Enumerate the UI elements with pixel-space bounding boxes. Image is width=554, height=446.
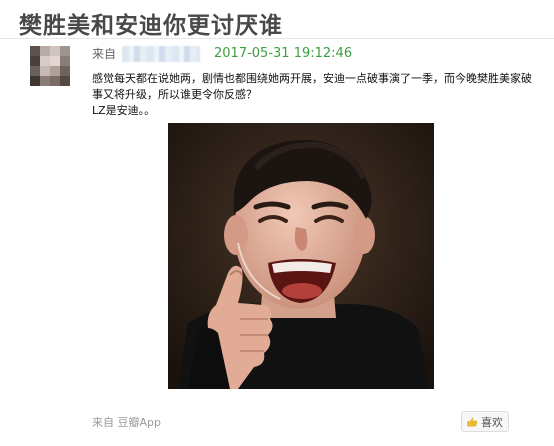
- post-timestamp: 2017-05-31 19:12:46: [214, 46, 353, 61]
- post-meta: 来自 2017-05-31 19:12:46: [92, 45, 352, 62]
- footer-source: 来自 豆瓣App: [92, 416, 161, 429]
- post-paragraph: LZ是安迪。。: [92, 104, 156, 117]
- like-button[interactable]: 喜欢: [461, 411, 509, 432]
- title-divider: [0, 38, 554, 39]
- thumbs-up-icon: [467, 417, 478, 427]
- username-blurred[interactable]: [122, 45, 201, 62]
- post-content: 感觉每天都在说她两，剧情也都围绕她两开展，安迪一点破事演了一季，而今晚樊胜美家破…: [92, 71, 542, 119]
- like-label: 喜欢: [481, 415, 503, 429]
- post-title: 樊胜美和安迪你更讨厌谁: [19, 13, 283, 39]
- avatar[interactable]: [30, 46, 70, 86]
- post-photo[interactable]: [168, 123, 434, 389]
- from-label: 来自: [92, 47, 117, 61]
- post-paragraph: 感觉每天都在说她两，剧情也都围绕她两开展，安迪一点破事演了一季，而今晚樊胜美家破…: [92, 72, 532, 101]
